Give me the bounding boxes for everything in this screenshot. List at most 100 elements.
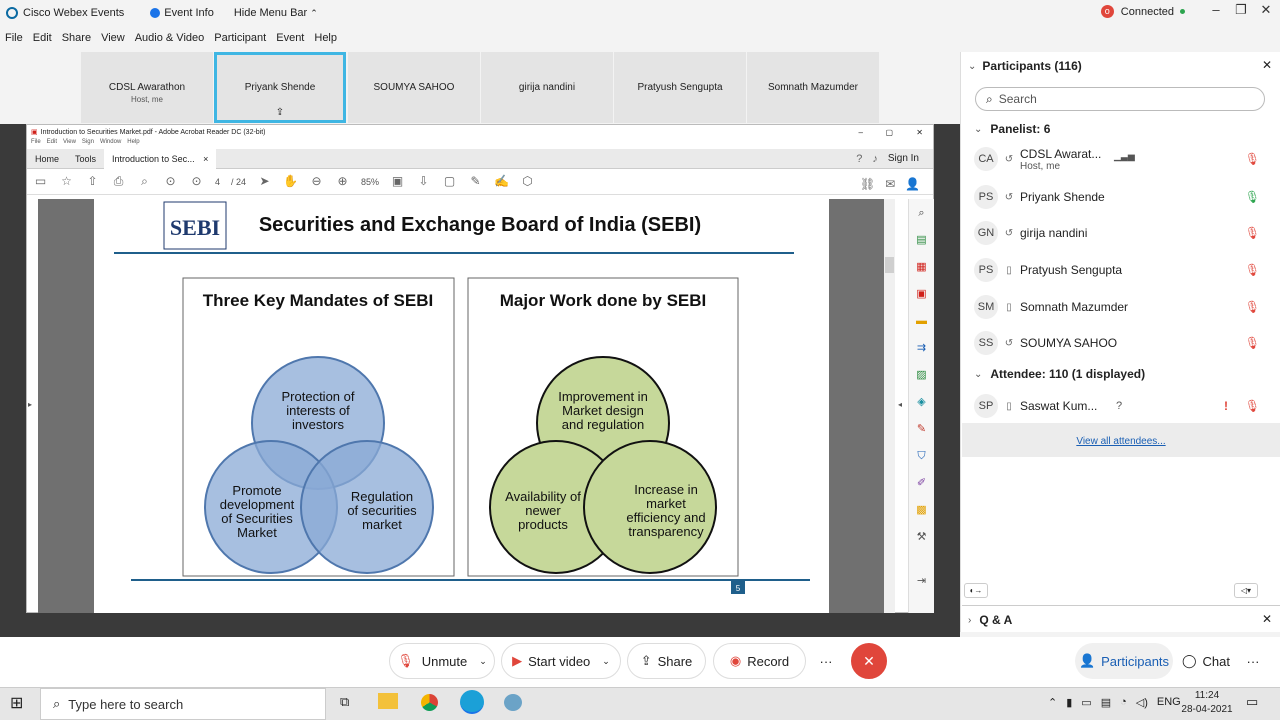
stamp-icon[interactable]: ⬡ xyxy=(520,174,535,189)
clock[interactable]: 11:24 28-04-2021 xyxy=(1176,689,1238,717)
qa-header[interactable]: › Q & A xyxy=(968,613,1012,627)
acro-menu-window[interactable]: Window xyxy=(100,139,121,149)
zoom-out-icon[interactable]: ⊖ xyxy=(309,174,324,189)
more-options-button[interactable]: ··· xyxy=(808,643,844,679)
hand-tool-icon[interactable]: ✋ xyxy=(283,174,298,189)
video-tile[interactable]: SOUMYA SAHOO xyxy=(348,52,480,123)
save-icon[interactable]: ▭ xyxy=(33,174,48,189)
page-current-input[interactable]: 4 xyxy=(215,177,220,187)
stamp-tool-icon[interactable]: ▩ xyxy=(915,503,929,517)
maximize-icon[interactable]: ❐ xyxy=(1229,2,1253,22)
mic-muted-icon[interactable]: 🎙 xyxy=(1245,300,1260,314)
wifi-icon[interactable]: ◔ xyxy=(1120,696,1127,709)
participant-row[interactable]: SS ↺ SOUMYA SAHOO 🎙 xyxy=(974,325,1274,361)
mic-muted-icon[interactable]: 🎙 xyxy=(1245,226,1260,240)
panelist-group-header[interactable]: ⌄ Panelist: 6 xyxy=(974,122,1050,136)
close-tab-icon[interactable]: × xyxy=(203,154,208,164)
search-icon[interactable]: ⌕ xyxy=(915,206,929,220)
windows-start-icon[interactable]: ⊞ xyxy=(10,693,23,713)
zoom-out-search-icon[interactable]: ⌕ xyxy=(137,174,152,189)
chrome-icon[interactable] xyxy=(421,694,438,711)
acro-menu-file[interactable]: File xyxy=(31,139,41,149)
left-pane-toggle-icon[interactable]: ▸ xyxy=(28,400,32,409)
mic-muted-icon[interactable]: 🎙 xyxy=(1245,152,1260,166)
chevron-down-icon[interactable]: ⌄ xyxy=(479,656,487,667)
hide-menu-button[interactable]: Hide Menu Bar ⌃ xyxy=(234,7,318,19)
send-icon[interactable]: ⇉ xyxy=(915,341,929,355)
tray-chevron-icon[interactable]: ⌃ xyxy=(1048,696,1057,709)
menu-view[interactable]: View xyxy=(101,32,125,44)
bookmark-star-icon[interactable]: ☆ xyxy=(59,174,74,189)
mic-muted-icon[interactable]: 🎙 xyxy=(1245,336,1260,350)
protect-icon[interactable]: ⛉ xyxy=(915,449,929,463)
close-qa-icon[interactable]: ✕ xyxy=(1262,612,1272,626)
tab-tools[interactable]: Tools xyxy=(67,149,104,169)
tab-home[interactable]: Home xyxy=(27,149,67,169)
event-info-button[interactable]: Event Info xyxy=(130,7,214,19)
participants-button[interactable]: 👤 Participants xyxy=(1075,643,1173,679)
file-explorer-icon[interactable] xyxy=(378,693,398,709)
create-pdf-icon[interactable]: ▤ xyxy=(915,233,929,247)
vertical-scrollbar[interactable] xyxy=(884,199,895,613)
sign-in-button[interactable]: Sign In xyxy=(888,153,919,164)
close-panel-icon[interactable]: ✕ xyxy=(1262,58,1272,72)
tray-mic-icon[interactable]: ▮ xyxy=(1066,696,1072,709)
participant-search[interactable]: ⌕ Search xyxy=(975,87,1265,111)
start-video-button[interactable]: ▶ Start video ⌄ xyxy=(501,643,621,679)
acro-menu-help[interactable]: Help xyxy=(127,139,139,149)
chat-button[interactable]: ◯ Chat xyxy=(1176,643,1236,679)
print-icon[interactable]: ⎙ xyxy=(111,174,126,189)
export-pdf-icon[interactable]: ▣ xyxy=(915,287,929,301)
acro-menu-view[interactable]: View xyxy=(63,139,76,149)
right-pane-toggle-icon[interactable]: ◂ xyxy=(898,400,902,409)
minimize-icon[interactable]: – xyxy=(1204,2,1228,22)
taskbar-search[interactable]: ⌕ Type here to search xyxy=(40,688,326,720)
help-icon[interactable]: ? xyxy=(856,153,862,165)
panel-more-button[interactable]: ··· xyxy=(1238,643,1268,679)
scroll-thumb[interactable] xyxy=(885,257,894,273)
record-button[interactable]: ◉ Record xyxy=(713,643,806,679)
close-icon[interactable]: ✕ xyxy=(916,128,923,137)
participant-row[interactable]: GN ↺ girija nandini 🎙 xyxy=(974,215,1274,251)
battery-icon[interactable]: ▭ xyxy=(1081,696,1091,709)
video-tile[interactable]: girija nandini xyxy=(481,52,613,123)
scan-icon[interactable]: ▨ xyxy=(915,368,929,382)
raise-hand-icon[interactable]: ◐→ xyxy=(964,583,988,598)
video-tile[interactable]: Somnath Mazumder xyxy=(747,52,879,123)
menu-share[interactable]: Share xyxy=(62,32,91,44)
view-all-attendees-link[interactable]: View all attendees... xyxy=(1076,436,1165,447)
task-view-icon[interactable]: ⧉ xyxy=(340,694,349,710)
menu-help[interactable]: Help xyxy=(314,32,337,44)
menu-audio-video[interactable]: Audio & Video xyxy=(135,32,205,44)
app-taskbar-icon[interactable] xyxy=(504,694,522,711)
participant-row[interactable]: CA ↺ ▁▃▅ CDSL Awarat... Host, me 🎙 xyxy=(974,141,1274,177)
video-tile[interactable]: CDSL Awarathon Host, me xyxy=(81,52,213,123)
participant-row[interactable]: SM ▯ Somnath Mazumder 🎙 xyxy=(974,289,1274,325)
acro-menu-sign[interactable]: Sign xyxy=(82,139,94,149)
maximize-icon[interactable]: ▢ xyxy=(885,128,893,137)
participant-row[interactable]: PS ▯ Pratyush Sengupta 🎙 xyxy=(974,252,1274,288)
volume-icon[interactable]: ◁) xyxy=(1136,696,1148,709)
upload-icon[interactable]: ⇧ xyxy=(85,174,100,189)
acro-menu-edit[interactable]: Edit xyxy=(47,139,57,149)
tab-document[interactable]: Introduction to Sec... × xyxy=(104,148,217,169)
comment-icon[interactable]: ▢ xyxy=(442,174,457,189)
share-button[interactable]: ⇪ Share xyxy=(627,643,706,679)
unmute-button[interactable]: 🎙 Unmute ⌄ xyxy=(389,643,495,679)
add-user-icon[interactable]: 👤 xyxy=(905,177,920,191)
menu-participant[interactable]: Participant xyxy=(214,32,266,44)
draw-icon[interactable]: ✍ xyxy=(494,174,509,189)
menu-file[interactable]: File xyxy=(5,32,23,44)
mic-muted-icon[interactable]: 🎙 xyxy=(1245,263,1260,277)
link-icon[interactable]: ⛓ xyxy=(860,177,875,191)
participant-row[interactable]: PS ↺ Priyank Shende 🎙 xyxy=(974,179,1274,215)
participant-row[interactable]: SP ▯ Saswat Kum... ? ! 🎙 xyxy=(974,388,1274,424)
enhance-icon[interactable]: ◈ xyxy=(915,395,929,409)
zoom-select[interactable]: 85% xyxy=(361,177,379,187)
comment-tool-icon[interactable]: ▬ xyxy=(915,314,929,328)
fill-sign-icon[interactable]: ✎ xyxy=(915,422,929,436)
edit-pdf-icon[interactable]: ✐ xyxy=(915,476,929,490)
mic-muted-icon[interactable]: 🎙 xyxy=(1245,399,1260,413)
webex-taskbar-icon[interactable] xyxy=(460,690,484,714)
chevron-down-icon[interactable]: ⌄ xyxy=(602,656,610,667)
